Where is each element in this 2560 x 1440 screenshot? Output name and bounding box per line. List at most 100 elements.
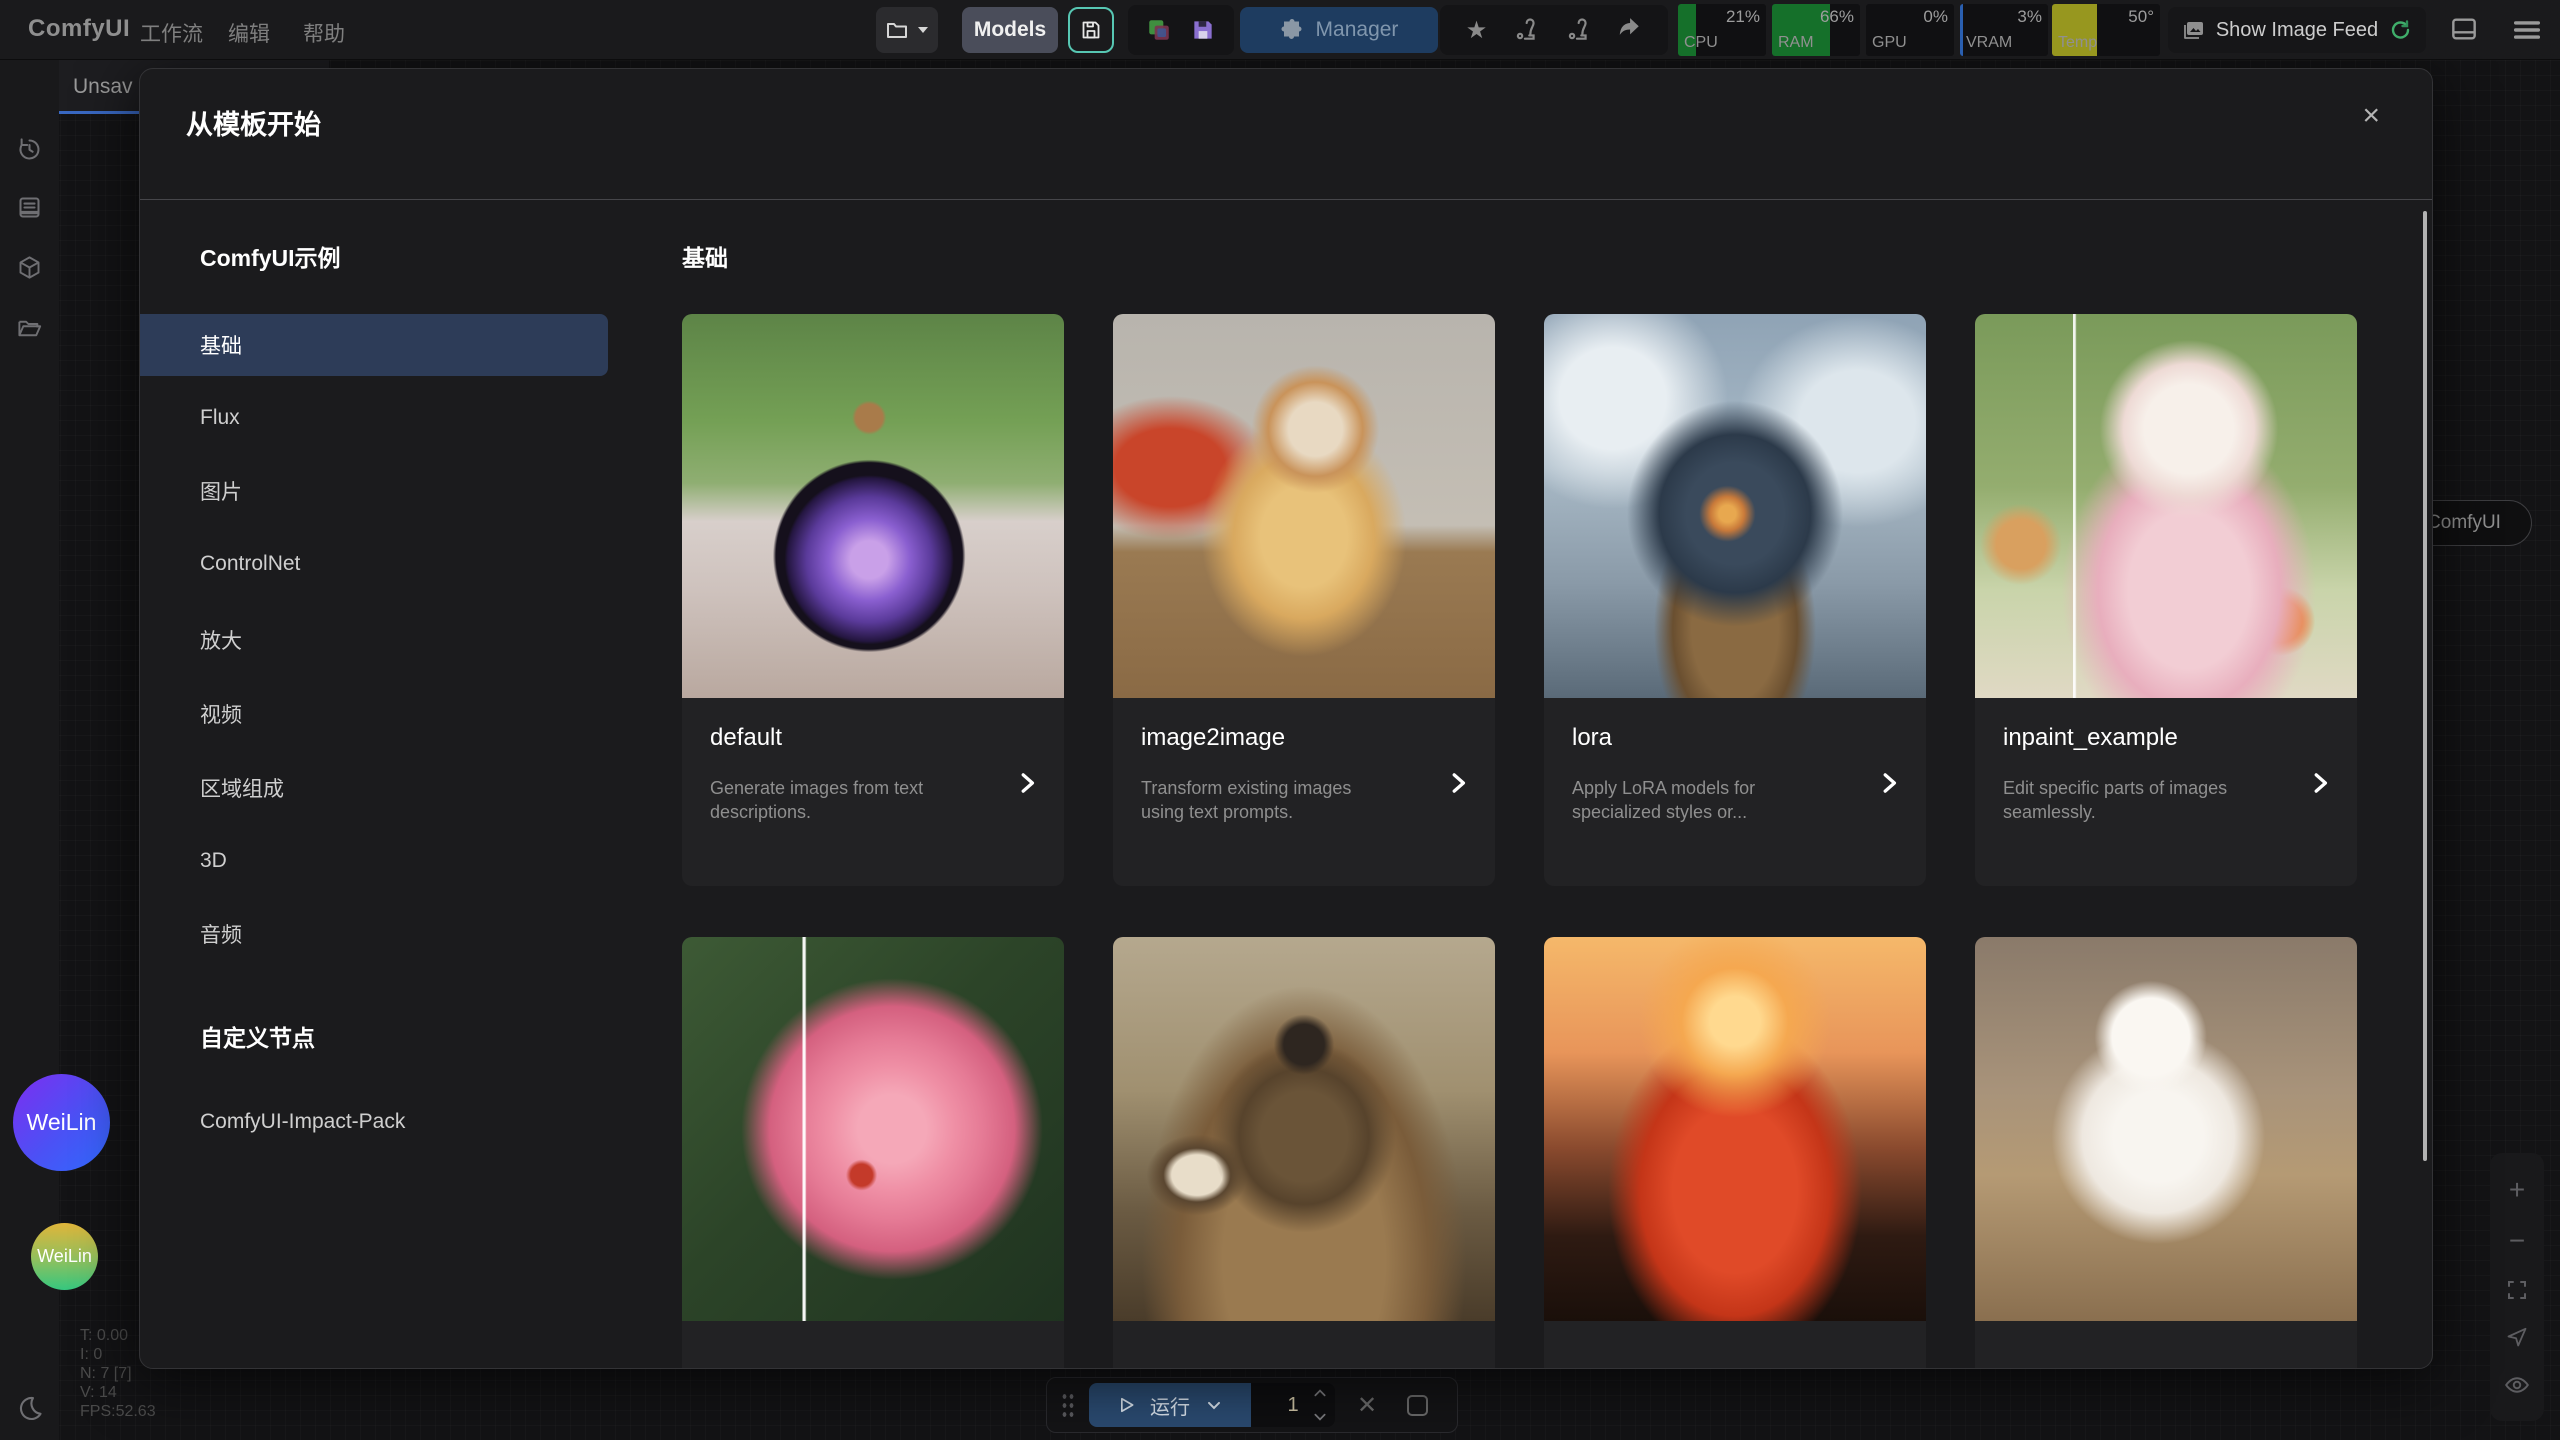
sidebar-item-flux[interactable]: Flux [140,387,608,449]
puzzle-icon [1280,18,1304,42]
manager-button[interactable]: Manager [1240,7,1438,53]
close-icon[interactable]: × [2362,99,2380,133]
menu-help[interactable]: 帮助 [303,18,345,48]
run-group: 运行 1 [1089,1383,1335,1427]
template-card-lora[interactable]: lora Apply LoRA models for specialized s… [1544,314,1926,886]
batch-count-value: 1 [1287,1394,1298,1417]
canvas-tool-panel: + − [2490,1153,2544,1421]
bottom-panel-icon[interactable] [2448,13,2480,45]
save-icon [1079,18,1103,42]
sidebar-item-impact-pack[interactable]: ComfyUI-Impact-Pack [140,1091,608,1153]
chevron-down-icon [1204,1395,1224,1415]
template-thumbnail-galaxy-potion [682,314,1064,698]
vacuum-icon-2[interactable] [1565,17,1591,43]
template-thumbnail-calico-kitten [1113,314,1495,698]
run-button[interactable]: 运行 [1089,1383,1251,1427]
template-thumbnail-pink-rose-ladybug [682,937,1064,1321]
run-control-bar: 运行 1 ✕ [1046,1377,1458,1433]
star-icon[interactable]: ★ [1466,16,1488,45]
template-card-row2-2[interactable] [1113,937,1495,1369]
image-feed-icon [2182,18,2206,42]
content-heading: 基础 [682,239,728,273]
stepper-down-icon[interactable] [1313,1411,1327,1423]
chevron-right-icon[interactable] [1876,770,1902,796]
vacuum-icon[interactable] [1513,17,1539,43]
stop-icon[interactable] [1407,1395,1428,1416]
zoom-out-icon[interactable]: − [2509,1227,2525,1255]
template-card-default[interactable]: default Generate images from text descri… [682,314,1064,886]
template-card-row-2 [682,937,2357,1369]
batch-count-input[interactable]: 1 [1251,1383,1335,1427]
comfyui-logo: ComfyUI [28,15,130,43]
gpu-monitor: GPU 0% [1866,4,1954,56]
models-button[interactable]: Models [962,7,1058,53]
share-icon[interactable] [1616,17,1642,43]
sidebar-item-area-composition[interactable]: 区域组成 [140,757,608,819]
sidebar-heading-examples: ComfyUI示例 [200,239,341,273]
batch-steppers[interactable] [1313,1387,1327,1423]
menu-edit[interactable]: 编辑 [228,18,270,48]
manager-button-label: Manager [1316,18,1399,42]
moon-icon[interactable] [16,1394,44,1422]
zoom-in-icon[interactable]: + [2509,1176,2525,1204]
template-title: inpaint_example [2003,724,2257,752]
template-thumbnail-papercraft-cat [1975,937,2357,1321]
dropdown-caret-icon [917,25,929,35]
save-workflow-button[interactable] [1068,7,1114,53]
modal-header-divider [140,199,2432,200]
sidebar-item-audio[interactable]: 音频 [140,903,608,965]
modal-title: 从模板开始 [186,103,321,142]
fit-view-icon[interactable] [2505,1278,2529,1302]
cursor-icon[interactable] [2505,1325,2529,1349]
sidebar-item-3d[interactable]: 3D [140,830,608,892]
manager-icon-group: ★ [1440,5,1668,55]
template-title: image2image [1141,724,1395,752]
log-icon[interactable] [16,194,43,221]
sidebar-item-controlnet[interactable]: ControlNet [140,533,608,595]
template-description: Apply LoRA models for specialized styles… [1572,776,1826,825]
stat-fps: FPS:52.63 [80,1402,156,1421]
chevron-right-icon[interactable] [1445,770,1471,796]
sidebar-item-video[interactable]: 视频 [140,683,608,745]
sidebar-item-image[interactable]: 图片 [140,460,608,522]
eye-icon[interactable] [2504,1372,2530,1398]
gallery-icon[interactable] [1146,17,1172,43]
stepper-up-icon[interactable] [1313,1387,1327,1399]
cpu-monitor: CPU 21% [1678,4,1766,56]
node-library-cube-icon[interactable] [16,254,43,281]
template-card-row-1: default Generate images from text descri… [682,314,2357,886]
sidebar-item-upscale[interactable]: 放大 [140,609,608,671]
show-image-feed-button[interactable]: Show Image Feed [2168,7,2426,53]
show-image-feed-label: Show Image Feed [2216,19,2378,42]
top-menubar: ComfyUI 工作流 编辑 帮助 Models Manager ★ [0,0,2560,60]
template-card-row2-3[interactable] [1544,937,1926,1369]
sidebar-heading-custom-nodes: 自定义节点 [200,1019,315,1053]
run-button-label: 运行 [1150,1391,1190,1420]
weilin-avatar-large[interactable]: WeiLin [13,1074,110,1171]
template-modal: 从模板开始 × ComfyUI示例 基础 Flux 图片 ControlNet … [139,68,2433,1369]
template-title: lora [1572,724,1826,752]
open-folder-icon[interactable] [16,315,43,342]
menu-workflow[interactable]: 工作流 [140,18,203,48]
cancel-icon[interactable]: ✕ [1357,1391,1377,1420]
template-description: Transform existing images using text pro… [1141,776,1395,825]
drag-handle[interactable] [1061,1392,1075,1418]
floppy-icon[interactable] [1190,17,1216,43]
template-card-image2image[interactable]: image2image Transform existing images us… [1113,314,1495,886]
weilin-avatar-small[interactable]: WeiLin [31,1223,98,1290]
menu-icon[interactable] [2510,13,2544,47]
chevron-right-icon[interactable] [2307,770,2333,796]
template-card-inpaint-example[interactable]: inpaint_example Edit specific parts of i… [1975,314,2357,886]
template-thumbnail-mountain-diorama [1544,314,1926,698]
template-card-row2-4[interactable] [1975,937,2357,1369]
workflow-folder-button[interactable] [876,7,938,53]
modal-scrollbar[interactable] [2423,211,2427,1161]
vram-monitor-fill [1960,4,1963,56]
sidebar-item-basics[interactable]: 基础 [140,314,608,376]
stat-nodes: N: 7 [7] [80,1364,156,1383]
chevron-right-icon[interactable] [1014,770,1040,796]
template-card-row2-1[interactable] [682,937,1064,1369]
custom-icon-group [1128,5,1234,55]
history-icon[interactable] [16,136,43,163]
ram-monitor: RAM 66% [1772,4,1860,56]
